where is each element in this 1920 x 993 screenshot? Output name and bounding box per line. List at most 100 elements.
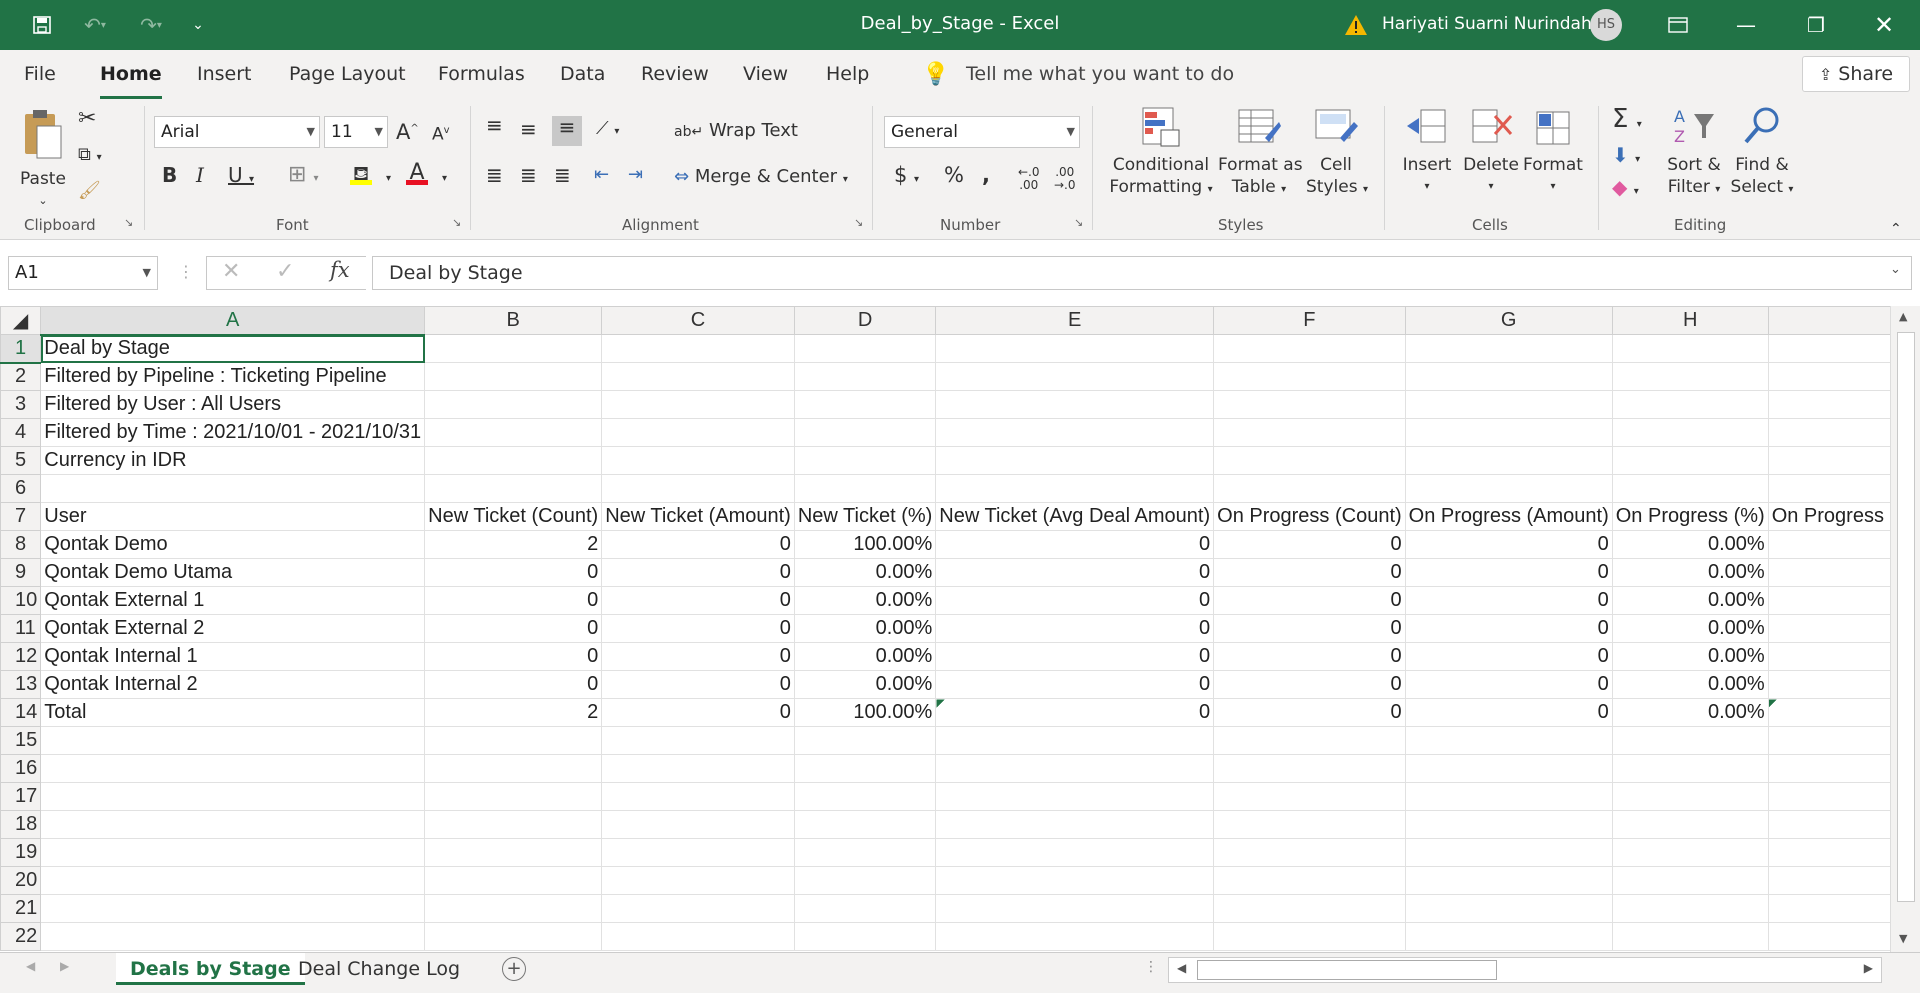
customize-qat-icon[interactable]: ⌄: [188, 10, 208, 40]
cell[interactable]: [601, 390, 795, 419]
cell[interactable]: 0: [601, 558, 795, 587]
cell[interactable]: [935, 838, 1215, 867]
row-header[interactable]: 22: [0, 922, 42, 951]
cell[interactable]: 0: [601, 670, 795, 699]
cell[interactable]: 0: [1404, 698, 1613, 727]
vertical-scrollbar[interactable]: ▲ ▼: [1890, 306, 1920, 952]
cell[interactable]: 0.00%: [1611, 670, 1769, 699]
sort-filter-button[interactable]: AZ Sort & Filter ▾: [1666, 104, 1722, 201]
column-header[interactable]: E: [935, 306, 1215, 335]
column-header[interactable]: H: [1611, 306, 1769, 335]
save-icon[interactable]: [28, 10, 56, 40]
cell[interactable]: Qontak External 2: [40, 614, 426, 643]
delete-cells-button[interactable]: Delete ▾: [1462, 104, 1520, 198]
cell[interactable]: [1767, 838, 1890, 867]
row-header[interactable]: 18: [0, 810, 42, 839]
orientation-icon[interactable]: ⟋ ▾: [596, 118, 619, 143]
cell[interactable]: Deal by Stage: [40, 334, 426, 363]
cell[interactable]: [793, 726, 937, 755]
cell[interactable]: [1404, 838, 1613, 867]
add-sheet-icon[interactable]: +: [502, 957, 526, 981]
cell[interactable]: [793, 810, 937, 839]
cell[interactable]: [1213, 866, 1406, 895]
cell[interactable]: [935, 922, 1215, 951]
row-header[interactable]: 2: [0, 362, 42, 391]
cell[interactable]: 0: [601, 586, 795, 615]
redo-icon[interactable]: ↷ ▾: [128, 10, 174, 40]
vertical-scroll-thumb[interactable]: [1897, 332, 1915, 902]
cell[interactable]: 0: [935, 698, 1215, 727]
cell[interactable]: [424, 754, 603, 783]
cell[interactable]: 0: [424, 558, 603, 587]
cell[interactable]: 0.00%: [793, 670, 937, 699]
cell[interactable]: [1213, 390, 1406, 419]
cell[interactable]: [1611, 726, 1769, 755]
find-select-button[interactable]: Find & Select ▾: [1730, 104, 1794, 201]
cell[interactable]: [40, 782, 426, 811]
font-color-icon[interactable]: A: [406, 162, 428, 185]
cell[interactable]: [40, 894, 426, 923]
cell[interactable]: [1213, 894, 1406, 923]
cell[interactable]: [40, 726, 426, 755]
cell[interactable]: 0: [1213, 642, 1406, 671]
cell[interactable]: [1213, 922, 1406, 951]
cell[interactable]: 0: [1213, 614, 1406, 643]
cell[interactable]: [1213, 810, 1406, 839]
cell[interactable]: [1611, 866, 1769, 895]
cut-icon[interactable]: ✂: [78, 108, 96, 130]
cell[interactable]: 0.00%: [1611, 642, 1769, 671]
cell[interactable]: 0: [1404, 670, 1613, 699]
cell[interactable]: [793, 362, 937, 391]
cell[interactable]: [1404, 866, 1613, 895]
cell[interactable]: 0: [935, 586, 1215, 615]
comma-style-icon[interactable]: ,: [982, 164, 990, 186]
cell[interactable]: [1213, 754, 1406, 783]
row-header[interactable]: 10: [0, 586, 42, 615]
cell[interactable]: [424, 334, 603, 363]
cell[interactable]: New Ticket (Amount): [601, 502, 795, 531]
autosum-icon[interactable]: Σ ▾: [1612, 106, 1642, 136]
cell[interactable]: New Ticket (%): [793, 502, 937, 531]
row-header[interactable]: 1: [0, 334, 42, 364]
worksheet-grid[interactable]: ◢ A B C D E F G H I 1Deal by Stage2Filte…: [0, 306, 1890, 952]
row-header[interactable]: 9: [0, 558, 42, 587]
cell[interactable]: [424, 726, 603, 755]
cell[interactable]: [1611, 390, 1769, 419]
cell[interactable]: [601, 782, 795, 811]
number-format-select[interactable]: General ▼: [884, 116, 1080, 148]
cell[interactable]: [1404, 726, 1613, 755]
cell[interactable]: [1404, 810, 1613, 839]
cell[interactable]: [1767, 782, 1890, 811]
increase-indent-icon[interactable]: ⇥: [628, 164, 643, 186]
user-name[interactable]: Hariyati Suarni Nurindah: [1382, 0, 1592, 48]
cell[interactable]: [40, 810, 426, 839]
cell[interactable]: Qontak Demo Utama: [40, 558, 426, 587]
cell[interactable]: New Ticket (Count): [424, 502, 603, 531]
cell[interactable]: [935, 446, 1215, 475]
cell[interactable]: [1767, 698, 1890, 727]
cell[interactable]: [40, 838, 426, 867]
cell[interactable]: 0: [935, 614, 1215, 643]
cell[interactable]: [1404, 418, 1613, 447]
cell[interactable]: [935, 418, 1215, 447]
format-as-table-button[interactable]: Format as Table ▾: [1218, 104, 1303, 201]
cell[interactable]: [1767, 362, 1890, 391]
cell[interactable]: [1404, 754, 1613, 783]
cell[interactable]: [1404, 362, 1613, 391]
scroll-up-icon[interactable]: ▲: [1899, 310, 1907, 323]
cell[interactable]: [40, 866, 426, 895]
cell[interactable]: 0: [1404, 530, 1613, 559]
cell[interactable]: [601, 334, 795, 363]
share-button[interactable]: ⇪ Share: [1802, 56, 1910, 92]
tab-help[interactable]: Help: [826, 63, 869, 93]
cell[interactable]: Filtered by Time : 2021/10/01 - 2021/10/…: [40, 418, 426, 447]
cell[interactable]: [40, 922, 426, 951]
cell[interactable]: [601, 726, 795, 755]
ribbon-display-options-icon[interactable]: [1650, 0, 1706, 50]
cell[interactable]: 0: [601, 642, 795, 671]
cell[interactable]: [935, 894, 1215, 923]
cell[interactable]: 0: [1404, 558, 1613, 587]
row-header[interactable]: 20: [0, 866, 42, 895]
warning-icon[interactable]: [1342, 10, 1370, 40]
font-color-dropdown-icon[interactable]: ▾: [442, 168, 447, 190]
